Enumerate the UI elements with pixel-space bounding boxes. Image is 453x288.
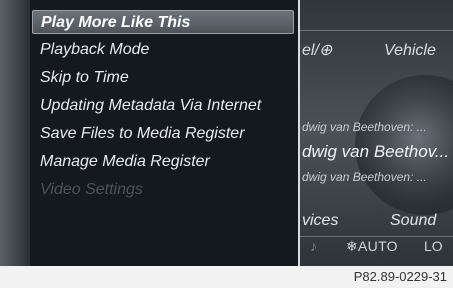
menu-item-save-files[interactable]: Save Files to Media Register bbox=[40, 122, 245, 146]
temperature-lo: LO bbox=[424, 238, 443, 254]
menu-item-play-more-like-this[interactable]: Play More Like This bbox=[32, 10, 294, 34]
track-line-2: dwig van Beethov... bbox=[302, 142, 450, 161]
menu-item-skip-to-time[interactable]: Skip to Time bbox=[40, 66, 129, 90]
fan-icon: ♪ bbox=[310, 238, 317, 254]
track-line-3: dwig van Beethoven: ... bbox=[302, 170, 427, 184]
climate-auto: ❄AUTO bbox=[346, 238, 398, 254]
screenshot-frame: el/⊕ Vehicle dwig van Beethoven: ... dwi… bbox=[0, 0, 453, 288]
menu-item-video-settings: Video Settings bbox=[40, 181, 143, 198]
tab-vehicle[interactable]: Vehicle bbox=[384, 40, 436, 62]
figure-reference: P82.89-0229-31 bbox=[353, 269, 447, 284]
track-line-1: dwig van Beethoven: ... bbox=[302, 120, 427, 134]
divider bbox=[300, 30, 453, 31]
status-bar: ♪ ❄AUTO LO bbox=[300, 236, 453, 260]
tab-partial-left[interactable]: el/⊕ bbox=[302, 40, 332, 62]
tab-services[interactable]: vices bbox=[302, 210, 338, 232]
options-menu: Play More Like This Playback Mode Skip t… bbox=[30, 0, 300, 266]
menu-item-manage-media-register[interactable]: Manage Media Register bbox=[40, 150, 210, 174]
figure-footer: P82.89-0229-31 bbox=[0, 266, 453, 288]
head-unit-screen: el/⊕ Vehicle dwig van Beethoven: ... dwi… bbox=[0, 0, 453, 266]
left-bezel bbox=[0, 0, 30, 266]
menu-item-playback-mode[interactable]: Playback Mode bbox=[40, 38, 149, 62]
menu-item-updating-metadata[interactable]: Updating Metadata Via Internet bbox=[40, 94, 261, 118]
tab-sound[interactable]: Sound bbox=[390, 210, 436, 232]
